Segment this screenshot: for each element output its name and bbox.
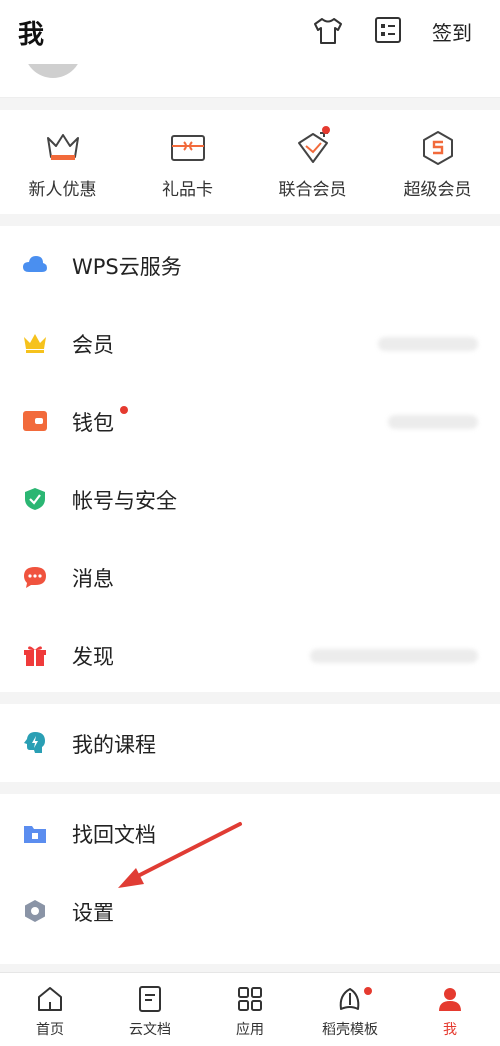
hexagon-settings-icon (25, 900, 45, 922)
tab-me[interactable]: 我 (400, 973, 500, 1046)
person-icon (439, 988, 461, 1011)
bottom-tab-bar: 首页 云文档 应用 稻壳模板 我 (0, 972, 500, 1046)
menu-item-label: 帐号与安全 (72, 489, 177, 513)
notification-dot (322, 126, 330, 134)
menu-item-label: 钱包 (72, 411, 114, 435)
joint-member-icon (298, 130, 328, 163)
notification-dot (364, 987, 372, 995)
menu-item-cloud[interactable]: WPS云服务 (0, 226, 500, 304)
apps-grid-icon (238, 987, 262, 1011)
gift-card-icon (171, 135, 205, 161)
wallet-balance-blurred (388, 415, 478, 429)
tab-apps[interactable]: 应用 (200, 973, 300, 1046)
checklist-icon[interactable] (374, 16, 402, 44)
wallet-icon (23, 411, 47, 431)
menu-item-settings[interactable]: 设置 (0, 872, 500, 950)
member-status-blurred (378, 337, 478, 351)
profile-header (0, 64, 500, 98)
tab-templates[interactable]: 稻壳模板 (300, 973, 400, 1046)
shield-icon (25, 488, 45, 510)
avatar[interactable] (24, 64, 82, 78)
quick-action-gift-card[interactable]: 礼品卡 (125, 110, 250, 214)
menu-item-label: 消息 (72, 567, 114, 591)
menu-group-tools: 找回文档 设置 (0, 794, 500, 964)
menu-item-member[interactable]: 会员 (0, 304, 500, 382)
menu-group-main: WPS云服务 会员 钱包 帐号与安全 消息 发现 (0, 226, 500, 692)
tab-home[interactable]: 首页 (0, 973, 100, 1046)
menu-item-label: 我的课程 (72, 733, 156, 757)
quick-action-label: 礼品卡 (162, 180, 213, 200)
tab-cloud-docs[interactable]: 云文档 (100, 973, 200, 1046)
leaf-icon (339, 988, 360, 1010)
tab-label: 应用 (236, 1022, 264, 1038)
quick-action-label: 联合会员 (278, 180, 347, 200)
quick-action-joint-member[interactable]: 联合会员 (250, 110, 375, 214)
menu-item-discover[interactable]: 发现 (0, 616, 500, 694)
menu-item-courses[interactable]: 我的课程 (0, 704, 500, 782)
menu-item-label: 设置 (72, 901, 114, 925)
shirt-icon[interactable] (312, 16, 344, 46)
menu-item-account-security[interactable]: 帐号与安全 (0, 460, 500, 538)
super-member-icon (423, 131, 453, 165)
menu-item-messages[interactable]: 消息 (0, 538, 500, 616)
discover-info-blurred (310, 649, 478, 663)
quick-action-super-member[interactable]: 超级会员 (375, 110, 500, 214)
cloud-icon (23, 256, 47, 272)
menu-item-label: 找回文档 (72, 823, 156, 847)
quick-action-new-user[interactable]: 新人优惠 (0, 110, 125, 214)
menu-item-wallet[interactable]: 钱包 (0, 382, 500, 460)
top-bar: 我 签到 (0, 0, 500, 64)
cloud-doc-icon (139, 986, 161, 1012)
courses-icon (24, 732, 45, 753)
chat-icon (24, 567, 46, 588)
crown-outline-icon (47, 134, 79, 160)
tab-label: 首页 (36, 1022, 64, 1038)
menu-item-label: 发现 (72, 645, 114, 669)
home-icon (38, 987, 62, 1011)
quick-action-label: 超级会员 (403, 180, 472, 200)
menu-item-label: 会员 (72, 333, 114, 357)
menu-item-recover-docs[interactable]: 找回文档 (0, 794, 500, 872)
signin-button[interactable]: 签到 (432, 17, 472, 46)
page-title: 我 (18, 20, 45, 50)
notification-dot (120, 406, 128, 414)
gift-icon (24, 646, 46, 666)
tab-label: 云文档 (129, 1022, 171, 1038)
tab-label: 我 (443, 1022, 457, 1038)
quick-actions: 新人优惠 礼品卡 联合会员 超级会员 (0, 110, 500, 214)
menu-item-label: WPS云服务 (72, 255, 182, 279)
tab-label: 稻壳模板 (322, 1022, 378, 1038)
folder-recover-icon (24, 826, 46, 843)
quick-action-label: 新人优惠 (28, 180, 97, 200)
menu-group-courses: 我的课程 (0, 704, 500, 782)
crown-icon (24, 334, 46, 353)
